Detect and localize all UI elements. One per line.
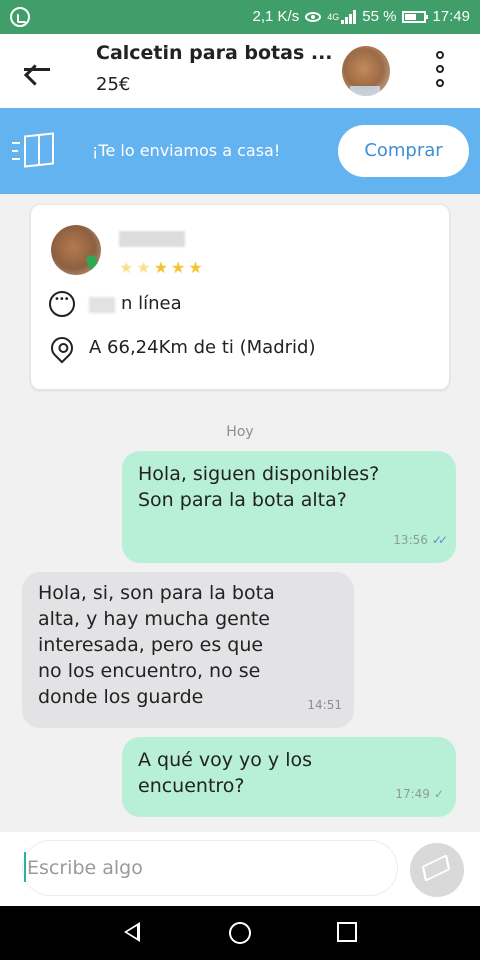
shipping-banner-text: ¡Te lo enviamos a casa! [92, 141, 281, 160]
text-cursor [24, 852, 26, 882]
star-icon: ★ [119, 258, 134, 277]
back-button[interactable] [18, 54, 54, 86]
net-speed: 2,1 K/s [252, 8, 300, 25]
network-type: 4G [327, 11, 340, 22]
more-vert-icon [436, 51, 444, 59]
whatsapp-notification-icon [10, 7, 30, 27]
item-price: 25€ [96, 74, 131, 95]
chat-bubble-icon [49, 291, 75, 317]
message-time: 14:51 [307, 698, 342, 712]
clock: 17:49 [432, 8, 470, 25]
signal-icon [341, 9, 357, 24]
shipping-banner: ¡Te lo enviamos a casa! Comprar [0, 108, 480, 194]
message-time: 17:49 [395, 787, 430, 801]
online-status: n línea [121, 293, 182, 314]
message-bubble-outgoing[interactable]: Hola, siguen disponibles? Son para la bo… [122, 451, 456, 563]
send-icon [421, 854, 451, 882]
nav-recents-icon[interactable] [337, 922, 357, 942]
message-bubble-outgoing[interactable]: A qué voy yo y los encuentro? 17:49 ✓ [122, 737, 456, 817]
seller-location: A 66,24Km de ti (Madrid) [89, 337, 316, 358]
nav-home-icon[interactable] [229, 922, 251, 944]
online-status-redacted [89, 297, 115, 313]
message-text: Hola, si, son para la bota alta, y hay m… [38, 582, 275, 708]
system-nav-bar [0, 906, 480, 960]
day-separator: Hoy [226, 424, 254, 440]
chat-header: Calcetin para botas ... 25€ [0, 34, 480, 108]
star-icon: ★ [136, 258, 151, 277]
send-button[interactable] [410, 843, 464, 897]
message-time: 13:56 [393, 533, 428, 547]
star-icon: ★ [188, 258, 203, 277]
status-bar: 2,1 K/s 4G 55 % 17:49 [0, 0, 480, 34]
star-icon: ★ [153, 258, 169, 277]
message-text: Hola, siguen disponibles? Son para la bo… [138, 463, 380, 511]
star-icon: ★ [171, 258, 186, 277]
seller-avatar[interactable] [51, 225, 101, 275]
item-thumbnail[interactable] [342, 46, 390, 96]
check-icon: ✓ [433, 787, 444, 801]
battery-icon [402, 10, 429, 23]
seller-name-redacted [119, 231, 185, 247]
seller-card[interactable]: ★ ★ ★ ★ ★ n línea A 66,24Km de ti (Madri… [30, 204, 450, 390]
message-input[interactable] [22, 840, 398, 896]
battery-percent: 55 % [362, 8, 397, 25]
shipping-box-icon [12, 132, 60, 172]
eye-icon [305, 11, 322, 22]
nav-back-icon[interactable] [124, 922, 140, 942]
location-pin-icon [46, 332, 78, 364]
message-composer [0, 832, 480, 906]
more-options-button[interactable] [430, 51, 450, 91]
message-bubble-incoming[interactable]: Hola, si, son para la bota alta, y hay m… [22, 572, 354, 728]
buy-button[interactable]: Comprar [338, 125, 469, 177]
seller-rating: ★ ★ ★ ★ ★ [119, 260, 203, 276]
double-check-icon: ✓✓ [431, 533, 448, 547]
item-title[interactable]: Calcetin para botas ... [96, 42, 332, 64]
